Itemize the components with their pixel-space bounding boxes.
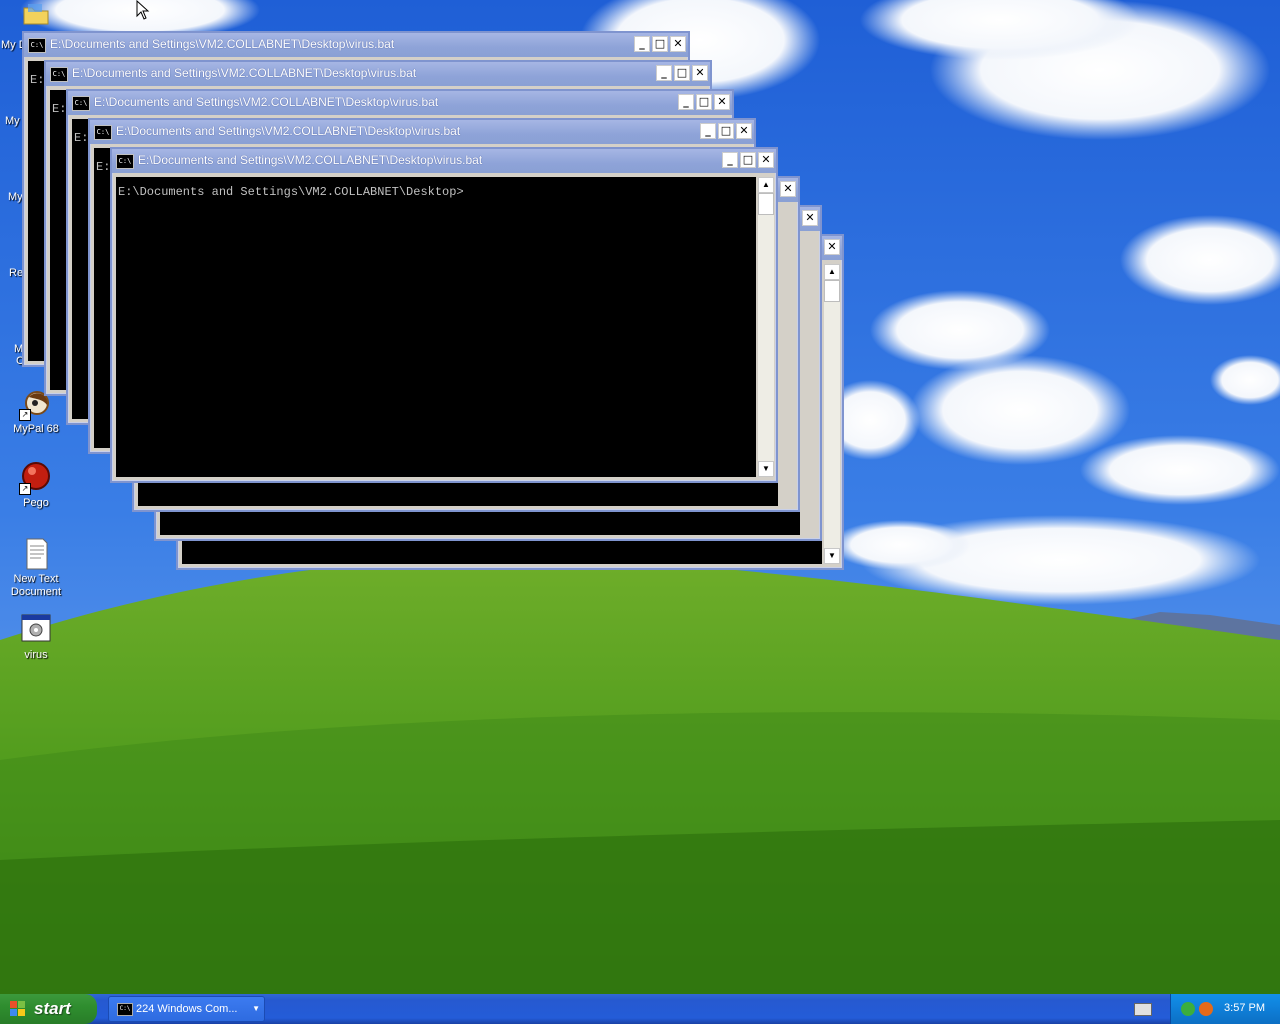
folder-icon[interactable] [22, 2, 50, 26]
maximize-button[interactable]: □ [740, 152, 756, 168]
close-button[interactable]: ✕ [802, 210, 818, 226]
mouse-cursor-icon [136, 0, 150, 25]
edge-label-my-network[interactable]: My [8, 191, 23, 203]
desktop-icon-pego[interactable]: ↗ Pego [4, 461, 68, 510]
edge-label-recycle-bin[interactable]: Re [9, 267, 23, 279]
minimize-button[interactable]: _ [678, 94, 694, 110]
taskbar-group-label: 224 Windows Com... [136, 1003, 238, 1015]
search-icon[interactable] [1199, 1002, 1213, 1016]
console-area[interactable]: E:\Documents and Settings\VM2.COLLABNET\… [116, 177, 756, 477]
text-document-icon [19, 537, 53, 571]
console-prompt: E:\Documents and Settings\VM2.COLLABNET\… [118, 185, 464, 199]
window-title: E:\Documents and Settings\VM2.COLLABNET\… [72, 66, 417, 80]
close-button[interactable]: ✕ [714, 94, 730, 110]
close-button[interactable]: ✕ [780, 181, 796, 197]
system-tray: 3:57 PM [1170, 994, 1280, 1024]
minimize-button[interactable]: _ [700, 123, 716, 139]
cmd-icon: C:\ [28, 38, 46, 53]
close-button[interactable]: ✕ [824, 239, 840, 255]
windows-logo-icon [10, 1001, 26, 1017]
maximize-button[interactable]: □ [718, 123, 734, 139]
desktop-icon-virus[interactable]: virus [4, 613, 68, 662]
close-button[interactable]: ✕ [758, 152, 774, 168]
desktop-icon-label: New Text Document [10, 573, 62, 598]
window-title: E:\Documents and Settings\VM2.COLLABNET\… [138, 153, 483, 167]
close-button[interactable]: ✕ [692, 65, 708, 81]
window-titlebar[interactable]: C:\ E:\Documents and Settings\VM2.COLLAB… [24, 33, 688, 57]
vertical-scrollbar[interactable]: ▲ ▼ [758, 177, 774, 477]
start-button[interactable]: start [0, 994, 97, 1024]
maximize-button[interactable]: □ [674, 65, 690, 81]
desktop-icon-new-text-document[interactable]: New Text Document [4, 537, 68, 599]
shortcut-arrow-icon: ↗ [19, 409, 31, 421]
close-button[interactable]: ✕ [670, 36, 686, 52]
close-button[interactable]: ✕ [736, 123, 752, 139]
console-prompt-fragment: E: [74, 131, 89, 145]
scroll-thumb[interactable] [758, 193, 774, 215]
console-prompt-fragment: E: [52, 102, 67, 116]
network-icon[interactable] [1181, 1002, 1195, 1016]
shortcut-arrow-icon: ↗ [19, 483, 31, 495]
scroll-up-button[interactable]: ▲ [824, 264, 840, 280]
dropdown-arrow-icon[interactable]: ▼ [252, 1004, 260, 1013]
cmd-icon: C:\ [72, 96, 90, 111]
vertical-scrollbar[interactable]: ▲ ▼ [824, 264, 840, 564]
desktop-icon-label: MyPal 68 [13, 423, 59, 435]
pego-icon: ↗ [19, 461, 53, 495]
batch-file-icon [19, 613, 53, 647]
window-titlebar[interactable]: C:\ E:\Documents and Settings\VM2.COLLAB… [112, 149, 776, 173]
minimize-button[interactable]: _ [722, 152, 738, 168]
console-prompt-fragment: E: [30, 73, 45, 87]
window-title: E:\Documents and Settings\VM2.COLLABNET\… [50, 37, 395, 51]
scroll-up-button[interactable]: ▲ [758, 177, 774, 193]
taskbar-group-button[interactable]: C:\ 224 Windows Com... ▼ [108, 996, 265, 1022]
scroll-down-button[interactable]: ▼ [824, 548, 840, 564]
scroll-thumb[interactable] [824, 280, 840, 302]
console-prompt-fragment: E: [96, 160, 111, 174]
cmd-icon: C:\ [50, 67, 68, 82]
taskbar: start C:\ 224 Windows Com... ▼ 3:57 PM [0, 994, 1280, 1024]
maximize-button[interactable]: □ [652, 36, 668, 52]
start-label: start [34, 999, 71, 1018]
window-titlebar[interactable]: C:\ E:\Documents and Settings\VM2.COLLAB… [90, 120, 754, 144]
cmd-window-active[interactable]: C:\ E:\Documents and Settings\VM2.COLLAB… [110, 147, 778, 483]
edge-label-my-computer[interactable]: My [5, 115, 20, 127]
desktop-icon-label: Pego [23, 497, 49, 509]
minimize-button[interactable]: _ [656, 65, 672, 81]
maximize-button[interactable]: □ [696, 94, 712, 110]
cmd-icon: C:\ [116, 154, 134, 169]
minimize-button[interactable]: _ [634, 36, 650, 52]
window-titlebar[interactable]: C:\ E:\Documents and Settings\VM2.COLLAB… [68, 91, 732, 115]
window-title: E:\Documents and Settings\VM2.COLLABNET\… [94, 95, 439, 109]
window-title: E:\Documents and Settings\VM2.COLLABNET\… [116, 124, 461, 138]
window-titlebar[interactable]: C:\ E:\Documents and Settings\VM2.COLLAB… [46, 62, 710, 86]
desktop-icon-label: virus [24, 649, 48, 661]
keyboard-icon[interactable] [1134, 1003, 1152, 1016]
cmd-icon: C:\ [94, 125, 112, 140]
clock[interactable]: 3:57 PM [1224, 1002, 1265, 1014]
scroll-down-button[interactable]: ▼ [758, 461, 774, 477]
cmd-icon: C:\ [117, 1003, 133, 1016]
